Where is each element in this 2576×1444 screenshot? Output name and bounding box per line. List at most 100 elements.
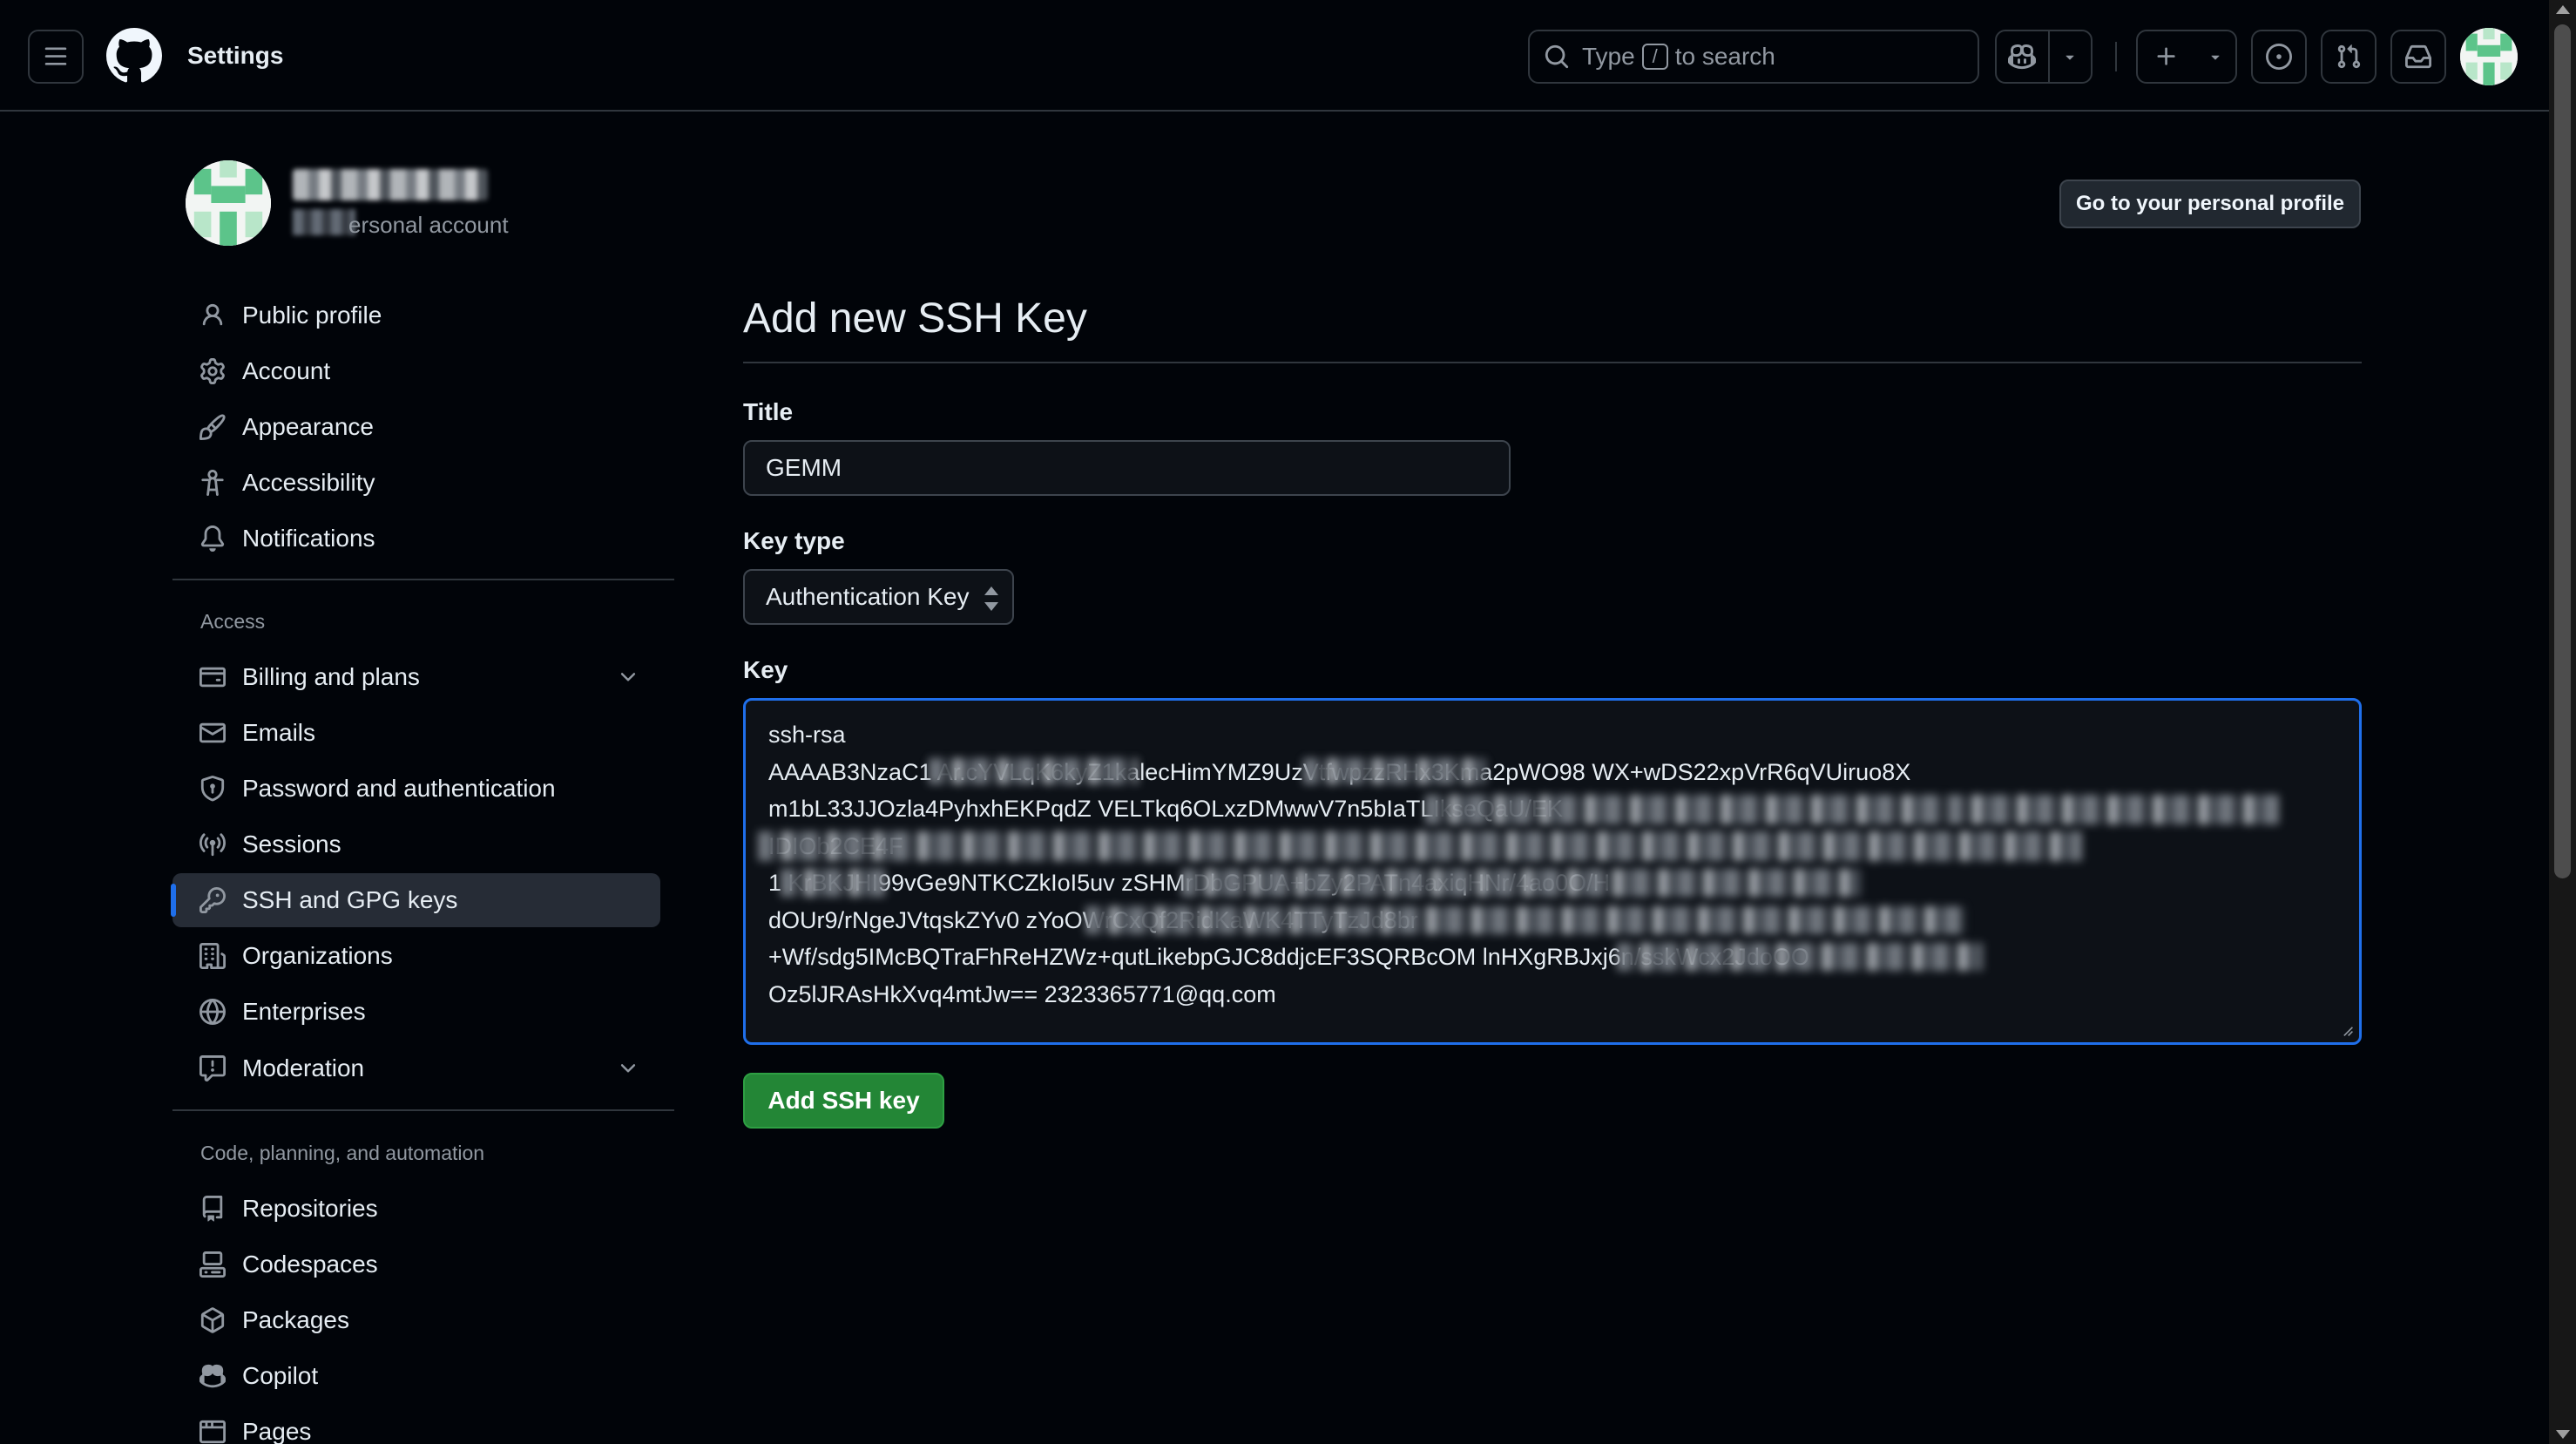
plus-icon bbox=[2157, 47, 2175, 65]
redaction-blur bbox=[1085, 906, 1965, 934]
key-type-value: Authentication Key bbox=[766, 583, 970, 610]
sidebar-item-label: Account bbox=[242, 357, 331, 384]
sidebar-item-label: Packages bbox=[242, 1306, 349, 1333]
sidebar-item-ssh-gpg-keys[interactable]: SSH and GPG keys bbox=[171, 873, 660, 927]
sidebar-item-label: Repositories bbox=[242, 1195, 378, 1222]
active-indicator bbox=[171, 884, 176, 917]
sidebar-item-label: Codespaces bbox=[242, 1251, 378, 1278]
sidebar-item-moderation[interactable]: Moderation bbox=[172, 1041, 660, 1095]
header-title[interactable]: Settings bbox=[187, 40, 283, 71]
add-ssh-key-button[interactable]: Add SSH key bbox=[743, 1073, 944, 1129]
search-input[interactable]: Type / to search bbox=[1528, 30, 1979, 84]
sidebar-item-label: Billing and plans bbox=[242, 663, 420, 690]
sidebar-item-notifications[interactable]: Notifications bbox=[172, 512, 660, 566]
copilot-icon bbox=[199, 1362, 226, 1390]
chevron-down-icon bbox=[620, 673, 636, 681]
repo-icon bbox=[199, 1195, 226, 1223]
sidebar-item-account[interactable]: Account bbox=[172, 344, 660, 398]
sidebar-item-label: Accessibility bbox=[242, 469, 375, 496]
triangle-down-icon bbox=[2211, 55, 2220, 60]
sidebar-item-codespaces[interactable]: Codespaces bbox=[172, 1237, 660, 1291]
scroll-thumb[interactable] bbox=[2554, 24, 2571, 878]
redaction-blur bbox=[781, 869, 885, 897]
go-to-profile-button[interactable]: Go to your personal profile bbox=[2059, 180, 2361, 228]
organization-icon bbox=[199, 942, 226, 970]
broadcast-icon bbox=[199, 830, 226, 858]
create-new-split-button[interactable] bbox=[2136, 30, 2237, 84]
triangle-down-icon bbox=[2066, 55, 2074, 60]
sidebar-item-label: Enterprises bbox=[242, 998, 366, 1025]
issue-opened-icon bbox=[2266, 44, 2292, 70]
sidebar-item-label: Appearance bbox=[242, 413, 375, 440]
header-divider bbox=[2115, 42, 2117, 71]
accessibility-icon bbox=[199, 469, 226, 497]
sidebar-item-label: Organizations bbox=[242, 942, 393, 969]
page-title: Add new SSH Key bbox=[743, 295, 1087, 342]
copilot-split-button bbox=[1995, 30, 2093, 84]
sidebar-divider bbox=[172, 1109, 674, 1111]
person-icon bbox=[199, 302, 226, 329]
sidebar-divider bbox=[172, 579, 674, 580]
resize-handle-icon[interactable] bbox=[2340, 1023, 2354, 1037]
bell-icon bbox=[199, 525, 226, 553]
profile-avatar bbox=[186, 160, 271, 246]
scroll-down-arrow[interactable] bbox=[2556, 1430, 2570, 1439]
inbox-button[interactable] bbox=[2390, 30, 2446, 84]
key-type-select[interactable]: Authentication Key bbox=[743, 569, 1014, 625]
mail-icon bbox=[199, 719, 226, 747]
identicon-icon bbox=[186, 160, 271, 246]
copilot-button[interactable] bbox=[1997, 31, 2050, 82]
report-icon bbox=[199, 1054, 226, 1082]
sidebar-item-sessions[interactable]: Sessions bbox=[172, 817, 660, 871]
sidebar-item-password-auth[interactable]: Password and authentication bbox=[172, 762, 660, 816]
title-divider bbox=[743, 362, 2362, 363]
github-logo-icon[interactable] bbox=[106, 28, 162, 84]
sidebar-item-enterprises[interactable]: Enterprises bbox=[172, 985, 660, 1039]
sidebar-item-emails[interactable]: Emails bbox=[172, 706, 660, 760]
user-avatar[interactable] bbox=[2460, 28, 2518, 85]
sidebar-item-copilot[interactable]: Copilot bbox=[172, 1349, 660, 1403]
issues-button[interactable] bbox=[2251, 30, 2307, 84]
key-textarea[interactable]: ssh-rsa AAAAB3NzaC1 Ar.cYVLqK6kyZ1kalecH… bbox=[743, 698, 2362, 1045]
redaction-blur bbox=[1617, 943, 1983, 971]
sidebar-item-packages[interactable]: Packages bbox=[172, 1293, 660, 1347]
search-icon bbox=[1545, 44, 1569, 69]
sidebar-item-organizations[interactable]: Organizations bbox=[172, 929, 660, 983]
redaction-blur bbox=[929, 758, 1138, 784]
pull-requests-button[interactable] bbox=[2321, 30, 2377, 84]
sidebar-item-repositories[interactable]: Repositories bbox=[172, 1182, 660, 1236]
sidebar-item-label: Copilot bbox=[242, 1362, 319, 1389]
sidebar-heading-code: Code, planning, and automation bbox=[200, 1142, 485, 1164]
create-new-dropdown[interactable] bbox=[2195, 31, 2235, 82]
gear-icon bbox=[199, 357, 226, 385]
sidebar-item-label: Pages bbox=[242, 1418, 312, 1444]
copilot-dropdown-button[interactable] bbox=[2050, 31, 2091, 82]
hamburger-icon bbox=[44, 47, 67, 65]
redaction-blur bbox=[1303, 758, 1486, 784]
key-type-label: Key type bbox=[743, 527, 845, 554]
redaction-blur bbox=[1181, 869, 1861, 897]
sidebar-item-public-profile[interactable]: Public profile bbox=[172, 288, 660, 342]
sidebar-item-accessibility[interactable]: Accessibility bbox=[172, 456, 660, 510]
sidebar-item-label: Moderation bbox=[242, 1054, 365, 1081]
key-line: +Wf/sdg5IMcBQTraFhReHZWz+qutLikebpGJC8dd… bbox=[768, 944, 1809, 970]
top-header: Settings Type / to search bbox=[0, 0, 2549, 112]
search-placeholder: Type / to search bbox=[1582, 43, 1775, 71]
sidebar-item-appearance[interactable]: Appearance bbox=[172, 400, 660, 454]
scroll-up-arrow[interactable] bbox=[2556, 5, 2570, 14]
redacted-account-prefix bbox=[293, 209, 355, 235]
menu-button[interactable] bbox=[28, 30, 84, 84]
globe-icon bbox=[199, 998, 226, 1026]
sidebar-item-pages[interactable]: Pages bbox=[172, 1405, 660, 1444]
title-input[interactable] bbox=[743, 440, 1511, 496]
create-new-button[interactable] bbox=[2138, 31, 2195, 82]
sidebar-heading-access: Access bbox=[200, 610, 266, 633]
key-line: Oz5lJRAsHkXvq4mtJw== 2323365771@qq.com bbox=[768, 980, 1276, 1007]
page-scrollbar[interactable] bbox=[2549, 0, 2576, 1444]
chevron-down-icon bbox=[620, 1064, 636, 1073]
redacted-username bbox=[293, 169, 488, 200]
paintbrush-icon bbox=[199, 413, 226, 441]
search-prefix: Type bbox=[1582, 43, 1635, 70]
sidebar-item-billing[interactable]: Billing and plans bbox=[172, 650, 660, 704]
redaction-blur bbox=[758, 831, 2082, 861]
